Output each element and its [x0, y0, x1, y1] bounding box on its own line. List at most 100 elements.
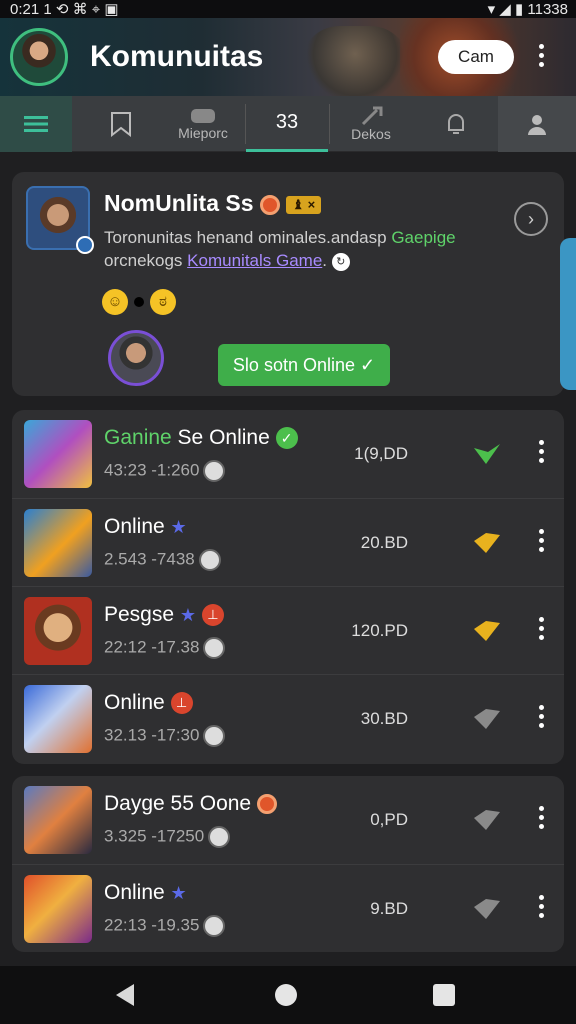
- alert-icon: ⊥: [201, 604, 224, 627]
- tab-bar: Mieporc 33 Dekos: [0, 96, 576, 152]
- game-title: Online ★: [104, 515, 187, 538]
- row-more-icon[interactable]: [538, 529, 544, 552]
- chevron-right-icon[interactable]: ›: [514, 202, 548, 236]
- community-game-link[interactable]: Komunitals Game: [187, 251, 322, 270]
- home-icon[interactable]: [275, 984, 297, 1006]
- community-avatar[interactable]: [26, 186, 94, 254]
- side-drawer-handle[interactable]: [560, 238, 576, 390]
- reaction-row: ☺ ಠ: [102, 288, 176, 316]
- game-thumbnail: [24, 875, 92, 943]
- system-nav-bar: [0, 966, 576, 1024]
- live-dot-icon: [256, 794, 277, 815]
- tab-mieporc-label: Mieporc: [178, 125, 228, 141]
- player-avatar: [203, 915, 226, 937]
- player-avatar: [203, 637, 226, 659]
- face-emoji-icon[interactable]: ಠ: [150, 289, 176, 316]
- cam-button[interactable]: Cam: [438, 40, 514, 74]
- row-more-icon[interactable]: [538, 440, 544, 463]
- game-title: Ganine Se Online ✓: [104, 426, 298, 450]
- online-status-button[interactable]: Slo sotn Online ✓: [218, 344, 390, 386]
- status-right: ▾ ◢ ▮ 11338: [487, 1, 568, 18]
- game-amount: 0,PD: [370, 810, 408, 829]
- check-icon: ✓: [275, 427, 298, 450]
- game-meta: 22:13 -19.35: [104, 915, 226, 937]
- tab-33[interactable]: 33: [246, 96, 328, 152]
- list-item[interactable]: Online ★ 22:13 -19.35 9.BD: [12, 864, 564, 952]
- smile-emoji-icon[interactable]: ☺: [102, 289, 128, 316]
- rank-arrow-icon[interactable]: [472, 531, 502, 555]
- header-more-icon[interactable]: [538, 44, 544, 67]
- rank-arrow-icon[interactable]: [472, 707, 502, 731]
- recents-icon[interactable]: [433, 984, 455, 1006]
- game-list-2: Dayge 55 Oone 3.325 -17250 0,PD Online ★…: [12, 776, 564, 952]
- game-meta: 43:23 -1:260: [104, 460, 226, 482]
- separator-dot: [134, 297, 144, 308]
- live-dot-icon: [259, 194, 280, 215]
- refresh-icon[interactable]: ↻: [331, 252, 350, 271]
- row-more-icon[interactable]: [538, 617, 544, 640]
- back-icon[interactable]: [116, 984, 134, 1006]
- game-title: Online ⊥: [104, 691, 193, 715]
- list-item[interactable]: Online ★ 2.543 -7438 20.BD: [12, 498, 564, 586]
- header-art-soldier: [300, 26, 410, 96]
- list-item[interactable]: Pesgse ★ ⊥ 22:12 -17.38 120.PD: [12, 586, 564, 674]
- player-avatar: [208, 826, 231, 848]
- rank-badge: ♝ ×: [286, 195, 322, 214]
- star-icon: ★: [170, 516, 187, 537]
- tab-mieporc[interactable]: Mieporc: [162, 96, 244, 152]
- game-thumbnail: [24, 509, 92, 577]
- alert-icon: ⊥: [170, 692, 193, 715]
- rank-arrow-icon[interactable]: [472, 442, 502, 466]
- row-more-icon[interactable]: [538, 895, 544, 918]
- row-more-icon[interactable]: [538, 806, 544, 829]
- game-amount: 20.BD: [360, 533, 408, 552]
- tab-dekos[interactable]: Dekos: [330, 96, 412, 152]
- game-amount: 1(9,DD: [354, 444, 408, 463]
- bell-icon: [448, 114, 464, 134]
- game-thumbnail: [24, 786, 92, 854]
- game-title: Online ★: [104, 881, 187, 904]
- game-meta: 22:12 -17.38: [104, 637, 226, 659]
- game-amount: 120.PD: [351, 621, 408, 640]
- player-avatar: [203, 460, 226, 482]
- tab-profile[interactable]: [498, 96, 576, 152]
- rank-arrow-icon[interactable]: [472, 897, 502, 921]
- app-title: Komunuitas: [90, 40, 264, 73]
- list-item[interactable]: Ganine Se Online ✓ 43:23 -1:260 1(9,DD: [12, 410, 564, 498]
- game-thumbnail: [24, 420, 92, 488]
- game-meta: 32.13 -17:30: [104, 725, 226, 747]
- game-thumbnail: [24, 685, 92, 753]
- game-title: Pesgse ★ ⊥: [104, 603, 224, 627]
- community-description: Toronunitas henand ominales.andasp Gaepi…: [104, 228, 456, 271]
- status-bar: 0:21 1 ⟲ ⌘ ⌖ ▣ ▾ ◢ ▮ 11338: [0, 0, 576, 18]
- rank-arrow-icon[interactable]: [472, 808, 502, 832]
- star-icon: ★: [170, 882, 187, 903]
- verified-badge-icon: [76, 236, 94, 254]
- list-item[interactable]: Dayge 55 Oone 3.325 -17250 0,PD: [12, 776, 564, 864]
- list-item[interactable]: Online ⊥ 32.13 -17:30 30.BD: [12, 674, 564, 762]
- game-thumbnail: [24, 597, 92, 665]
- tab-bookmark[interactable]: [80, 96, 162, 152]
- tab-33-label: 33: [275, 111, 299, 133]
- row-more-icon[interactable]: [538, 705, 544, 728]
- app-header: Komunuitas Cam: [0, 18, 576, 96]
- profile-avatar[interactable]: [10, 28, 68, 86]
- game-amount: 9.BD: [370, 899, 408, 918]
- community-card[interactable]: NomUnlita Ss ♝ × › Toronunitas henand om…: [12, 172, 564, 396]
- tab-bell[interactable]: [414, 96, 498, 152]
- user-icon: [528, 115, 546, 135]
- gamepad-icon: [191, 109, 215, 123]
- game-meta: 2.543 -7438: [104, 549, 221, 571]
- game-list-1: Ganine Se Online ✓ 43:23 -1:260 1(9,DD O…: [12, 410, 564, 764]
- menu-icon: [24, 116, 48, 132]
- game-amount: 30.BD: [360, 709, 408, 728]
- star-icon: ★: [179, 604, 197, 625]
- bookmark-icon: [111, 112, 131, 137]
- tab-dekos-label: Dekos: [351, 126, 391, 142]
- tab-menu[interactable]: [0, 96, 72, 152]
- tools-icon: [361, 106, 383, 126]
- player-avatar: [203, 725, 226, 747]
- rank-arrow-icon[interactable]: [472, 619, 502, 643]
- community-title: NomUnlita Ss ♝ ×: [104, 190, 322, 217]
- member-avatar[interactable]: [108, 330, 164, 386]
